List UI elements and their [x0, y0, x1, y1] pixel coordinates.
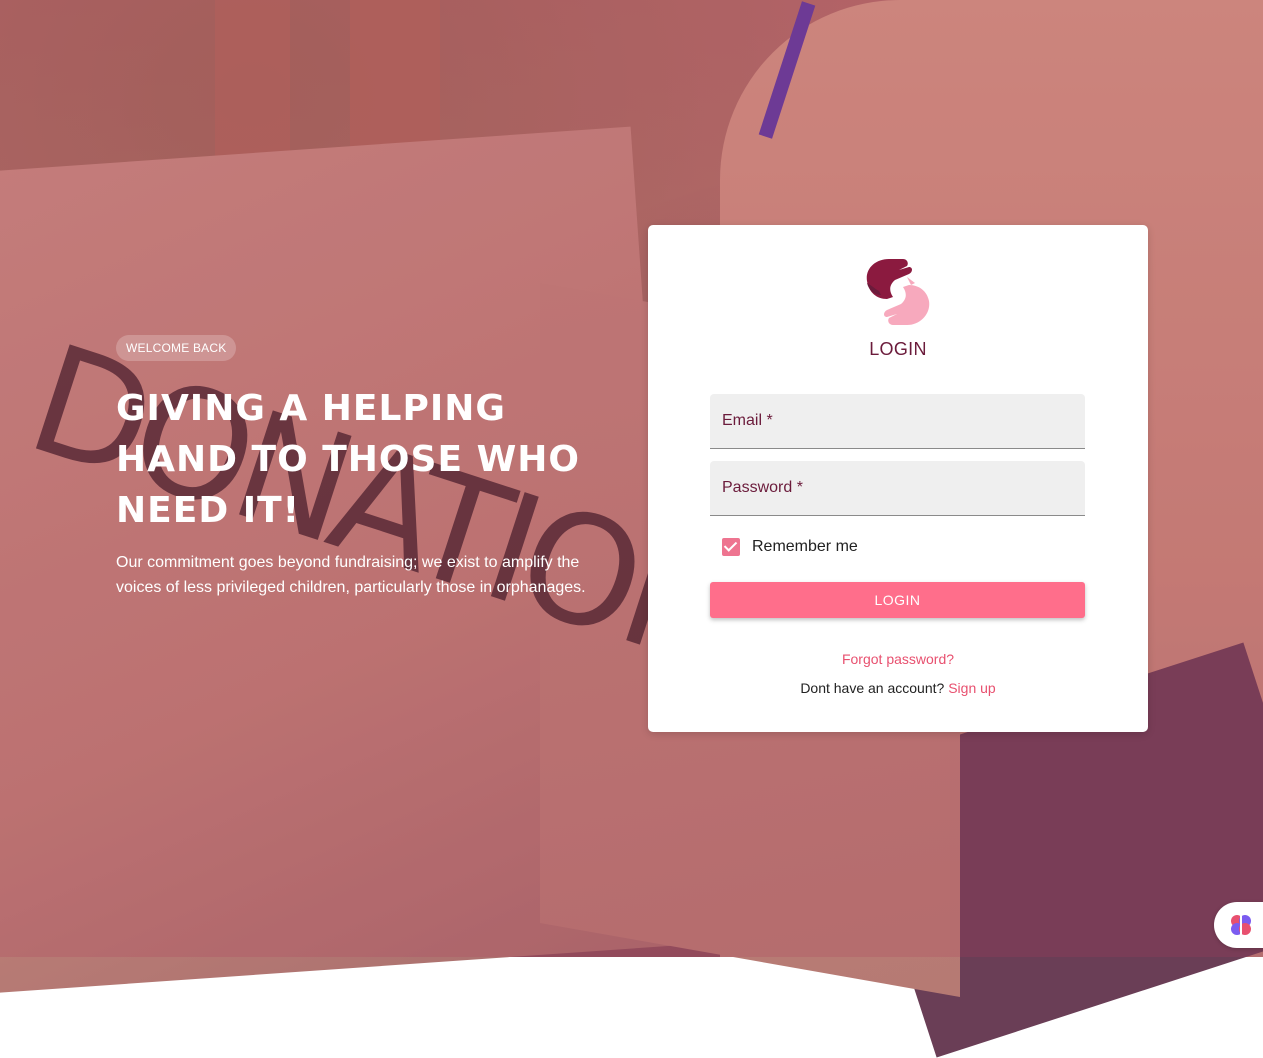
forgot-password-link[interactable]: Forgot password? [648, 651, 1148, 667]
email-input[interactable] [710, 394, 1085, 448]
welcome-badge: WELCOME BACK [116, 335, 237, 361]
login-button[interactable]: LOGIN [710, 582, 1085, 618]
email-field[interactable]: Email * [710, 394, 1085, 449]
signup-link[interactable]: Sign up [948, 680, 995, 696]
brain-icon [1231, 915, 1251, 935]
no-account-text: Dont have an account? [800, 680, 945, 696]
password-field[interactable]: Password * [710, 461, 1085, 516]
remember-label: Remember me [752, 538, 858, 555]
remember-checkbox[interactable] [722, 538, 740, 556]
assistant-fab-button[interactable] [1214, 902, 1263, 948]
password-input[interactable] [710, 461, 1085, 515]
signup-prompt: Dont have an account? Sign up [648, 680, 1148, 696]
hero-headline: GIVING A HELPING HAND TO THOSE WHO NEED … [116, 388, 581, 531]
hero-tagline: Our commitment goes beyond fundraising; … [116, 554, 586, 596]
login-card: LOGIN Email * Password * Remember me LOG… [648, 225, 1148, 732]
remember-me[interactable]: Remember me [722, 538, 858, 556]
hero-section: WELCOME BACK GIVING A HELPING HAND TO TH… [116, 335, 636, 616]
login-title: LOGIN [869, 339, 927, 359]
helping-hands-logo-icon [861, 255, 935, 329]
